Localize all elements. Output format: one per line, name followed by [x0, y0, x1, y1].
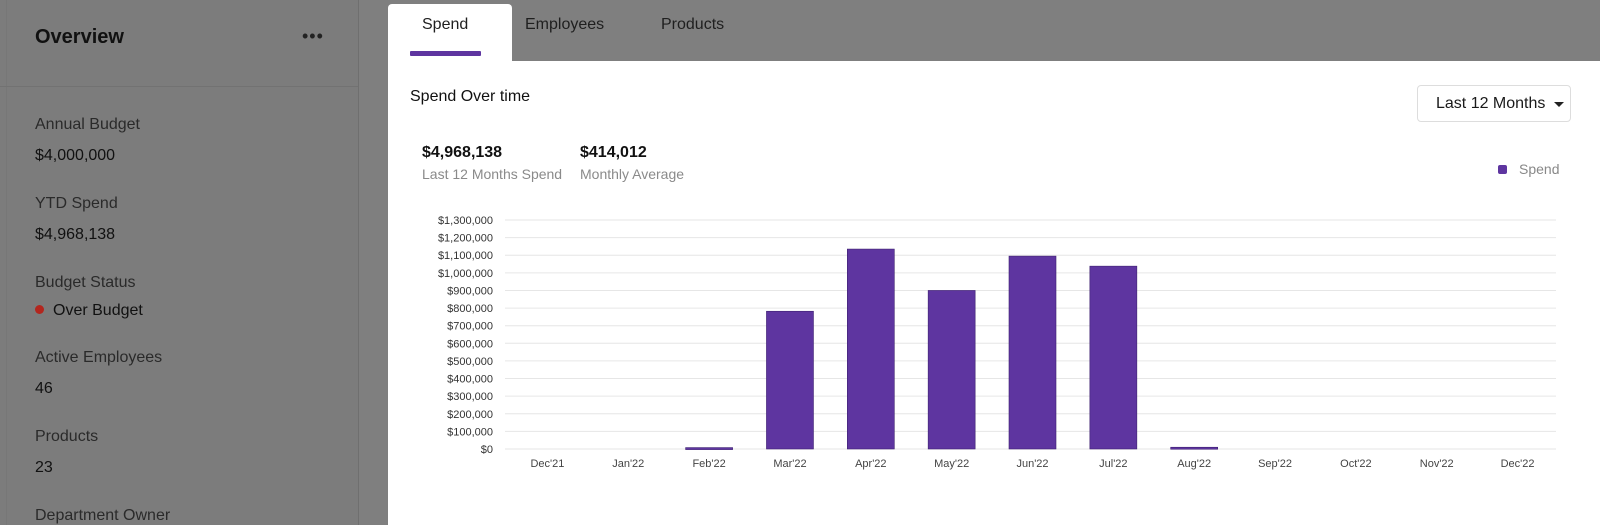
tab-spend[interactable]: Spend [388, 4, 512, 61]
budget-status-badge: Over Budget [35, 302, 143, 320]
bar-feb-22[interactable] [685, 447, 733, 450]
annual-budget-value: $4,000,000 [35, 147, 116, 164]
active-employees-value: 46 [35, 380, 53, 397]
bar-may-22[interactable] [927, 290, 976, 450]
x-tick-label: Apr'22 [855, 458, 886, 470]
bar-aug-22[interactable] [1170, 446, 1218, 450]
x-tick-label: Jan'22 [612, 458, 644, 470]
y-tick-label: $1,300,000 [438, 215, 493, 227]
x-tick-label: Aug'22 [1177, 458, 1211, 470]
y-tick-label: $900,000 [447, 285, 493, 297]
budget-status-label: Budget Status [35, 274, 136, 291]
tab-employees-label: Employees [525, 16, 605, 33]
x-tick-label: Mar'22 [773, 458, 806, 470]
y-tick-label: $700,000 [447, 321, 493, 333]
y-tick-label: $0 [481, 444, 493, 456]
y-tick-label: $1,100,000 [438, 250, 493, 262]
x-tick-label: Sep'22 [1258, 458, 1292, 470]
y-tick-label: $100,000 [447, 426, 493, 438]
active-employees-label: Active Employees [35, 349, 163, 366]
stat-monthly-average-label: Monthly Average [580, 166, 685, 182]
x-tick-label: Dec'22 [1501, 458, 1535, 470]
y-tick-label: $800,000 [447, 303, 493, 315]
sidebar-title: Overview [35, 26, 124, 48]
y-tick-label: $300,000 [447, 391, 493, 403]
bar-apr-22[interactable] [847, 248, 895, 450]
y-tick-label: $1,200,000 [438, 233, 493, 245]
y-tick-label: $400,000 [447, 374, 493, 386]
y-tick-label: $1,000,000 [438, 268, 493, 280]
bar-jun-22[interactable] [1008, 255, 1057, 450]
sidebar-header: Overview ••• [0, 0, 358, 87]
ytd-spend-label: YTD Spend [35, 195, 118, 212]
annual-budget-label: Annual Budget [35, 116, 140, 133]
spend-bar-chart: $0 $100,000 $200,000 $300,000 $400,000 $500,0… [438, 215, 1556, 470]
x-tick-label: Oct'22 [1340, 458, 1371, 470]
x-tick-label: Jul'22 [1099, 458, 1127, 470]
y-tick-label: $500,000 [447, 356, 493, 368]
status-dot-icon [35, 305, 44, 315]
legend-label-spend: Spend [1519, 161, 1560, 177]
x-tick-label: May'22 [934, 458, 969, 470]
overview-sidebar: Overview ••• Annual Budget $4,000,000 YT… [0, 0, 359, 525]
tab-employees[interactable]: Employees [520, 4, 620, 61]
chart-legend: Spend [1498, 161, 1559, 177]
spend-panel: Spend Over time Last 12 Months $4,968,13… [388, 61, 1600, 525]
x-tick-label: Dec'21 [530, 458, 564, 470]
department-owner-label: Department Owner [35, 507, 171, 524]
range-select-value: Last 12 Months [1436, 95, 1546, 112]
stat-12-month-spend-label: Last 12 Months Spend [422, 166, 563, 182]
ytd-spend-value: $4,968,138 [35, 226, 116, 243]
caret-down-icon [1554, 102, 1564, 107]
products-value: 23 [35, 459, 53, 476]
y-tick-label: $600,000 [447, 338, 493, 350]
tab-products-label: Products [661, 16, 725, 33]
bar-mar-22[interactable] [766, 310, 814, 450]
budget-status-value: Over Budget [53, 302, 143, 319]
x-tick-label: Jun'22 [1016, 458, 1048, 470]
active-tab-indicator [410, 51, 481, 56]
legend-swatch [1498, 164, 1507, 174]
x-tick-label: Nov'22 [1420, 458, 1454, 470]
panel-title: Spend Over time [410, 88, 531, 105]
bar-jul-22[interactable] [1089, 265, 1138, 450]
more-options-icon[interactable]: ••• [302, 26, 324, 47]
stat-12-month-spend-value: $4,968,138 [422, 144, 503, 161]
range-select[interactable]: Last 12 Months [1417, 85, 1571, 122]
products-label: Products [35, 428, 99, 445]
stat-monthly-average-value: $414,012 [580, 144, 647, 161]
tab-products[interactable]: Products [656, 4, 746, 61]
y-tick-label: $200,000 [447, 409, 493, 421]
tab-spend-label: Spend [422, 16, 469, 33]
x-tick-label: Feb'22 [692, 458, 725, 470]
